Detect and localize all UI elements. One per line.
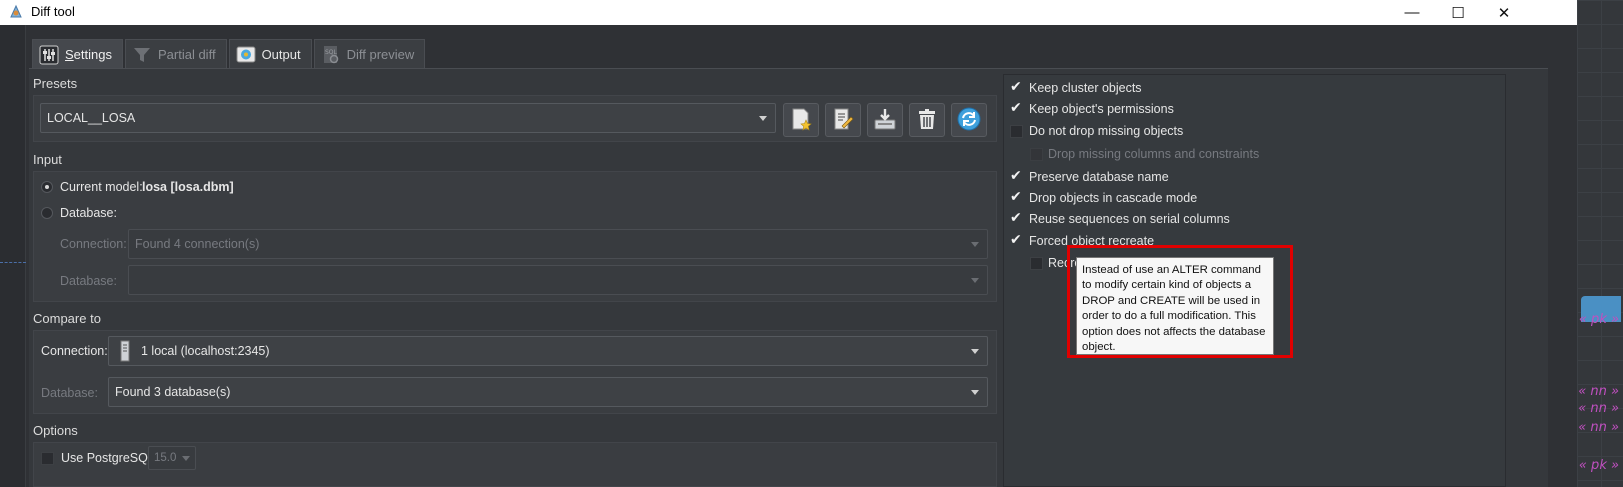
keep-cluster-objects-checkbox[interactable]	[1010, 79, 1023, 95]
maximize-button[interactable]: ☐	[1435, 0, 1481, 25]
minimize-icon: —	[1404, 4, 1420, 21]
compare-connection-select[interactable]: 1 local (localhost:2345)	[108, 336, 988, 366]
tab-diff-preview-label: Diff preview	[346, 47, 415, 62]
funnel-icon	[132, 45, 152, 65]
current-model-label: Current model:	[60, 180, 143, 194]
reload-preset-icon	[956, 106, 982, 135]
postgresql-version-value: 15.0	[154, 452, 177, 464]
chevron-down-icon	[182, 456, 190, 461]
compare-to-section-label: Compare to	[33, 311, 101, 326]
preserve-db-name-checkbox[interactable]	[1010, 168, 1023, 184]
tooltip-line: DROP and CREATE will be used in	[1082, 294, 1261, 307]
options-section-label: Options	[33, 423, 78, 438]
chevron-down-icon	[971, 242, 979, 247]
background-dashed-line	[0, 262, 26, 263]
tab-partial-diff[interactable]: Partial diff	[124, 39, 227, 69]
delete-preset-button[interactable]	[909, 103, 945, 137]
delete-preset-icon	[915, 107, 939, 134]
input-database-label: Database:	[60, 274, 117, 288]
recreate-unchangeable-checkbox[interactable]	[1030, 257, 1043, 270]
compare-database-select[interactable]: Found 3 database(s)	[108, 377, 988, 407]
database-radio[interactable]	[41, 207, 53, 219]
input-section-label: Input	[33, 152, 62, 167]
new-preset-button[interactable]	[783, 103, 819, 137]
reload-preset-button[interactable]	[951, 103, 987, 137]
reuse-sequences-label: Reuse sequences on serial columns	[1029, 212, 1230, 226]
postgresql-version-select[interactable]: 15.0	[148, 446, 196, 470]
minimize-button[interactable]: —	[1389, 0, 1435, 25]
tab-settings-label: Settings	[65, 47, 112, 62]
keep-permissions-label: Keep object's permissions	[1029, 102, 1174, 116]
drop-missing-columns-checkbox[interactable]	[1030, 148, 1043, 161]
background-pk-tag: « pk »	[1578, 312, 1619, 327]
compare-database-value: Found 3 database(s)	[115, 385, 231, 399]
tab-partial-diff-label: Partial diff	[157, 47, 216, 62]
input-database-select[interactable]	[128, 265, 988, 295]
svg-text:SQL: SQL	[325, 49, 338, 56]
tab-settings[interactable]: Settings	[32, 39, 123, 69]
save-preset-button[interactable]	[867, 103, 903, 137]
use-postgresql-checkbox[interactable]	[41, 452, 54, 465]
chevron-down-icon	[759, 116, 767, 121]
presets-selected-value: LOCAL__LOSA	[47, 111, 136, 125]
app-icon	[8, 4, 24, 20]
tooltip-line: order to do a full modification. This	[1082, 310, 1256, 323]
compare-connection-value: 1 local (localhost:2345)	[141, 344, 270, 358]
forced-recreate-checkbox[interactable]	[1010, 232, 1023, 248]
database-radio-label: Database:	[60, 206, 117, 220]
background-nn-tag: « nn »	[1578, 384, 1619, 399]
tab-diff-preview[interactable]: SQL Diff preview	[313, 39, 426, 69]
save-preset-icon	[873, 107, 897, 134]
keep-permissions-checkbox[interactable]	[1010, 100, 1023, 116]
background-nn-tag: « nn »	[1578, 420, 1619, 435]
background-pk-tag: « pk »	[1578, 458, 1619, 473]
close-button[interactable]: ✕	[1481, 0, 1527, 25]
maximize-icon: ☐	[1451, 4, 1465, 22]
background-canvas-right: « pk » « nn » « nn » « nn » « pk »	[1577, 0, 1623, 487]
close-icon: ✕	[1497, 4, 1511, 22]
tooltip-line: option does not affects the database	[1082, 325, 1266, 338]
do-not-drop-missing-checkbox[interactable]	[1010, 125, 1023, 138]
reuse-sequences-checkbox[interactable]	[1010, 210, 1023, 226]
drop-cascade-label: Drop objects in cascade mode	[1029, 191, 1198, 205]
background-nn-tag: « nn »	[1578, 401, 1619, 416]
tab-bar: Settings Partial diff Output SQL Diff pr…	[32, 39, 426, 69]
tab-output-label: Output	[261, 47, 301, 62]
drop-missing-columns-label: Drop missing columns and constraints	[1048, 147, 1260, 161]
title-bar: Diff tool — ☐ ✕	[0, 0, 1577, 25]
compare-connection-label: Connection:	[41, 344, 108, 358]
preserve-db-name-label: Preserve database name	[1029, 170, 1169, 184]
do-not-drop-missing-label: Do not drop missing objects	[1029, 124, 1184, 138]
tooltip-line: Instead of use an ALTER command	[1082, 264, 1261, 276]
window-title: Diff tool	[31, 4, 75, 19]
input-connection-label: Connection:	[60, 237, 127, 251]
edit-preset-button[interactable]	[825, 103, 861, 137]
forced-recreate-tooltip: Instead of use an ALTER command to modif…	[1076, 257, 1274, 355]
tab-output[interactable]: Output	[228, 39, 312, 69]
tooltip-line: object.	[1082, 341, 1116, 354]
drop-cascade-checkbox[interactable]	[1010, 189, 1023, 205]
chevron-down-icon	[971, 390, 979, 395]
input-connection-select[interactable]: Found 4 connection(s)	[128, 229, 988, 259]
chevron-down-icon	[971, 349, 979, 354]
edit-preset-icon	[831, 107, 855, 134]
forced-recreate-label: Forced object recreate	[1029, 234, 1155, 248]
sql-preview-icon: SQL	[321, 45, 341, 65]
settings-sliders-icon	[39, 45, 59, 65]
background-canvas-left	[0, 25, 26, 487]
current-model-radio[interactable]	[41, 181, 53, 193]
compare-database-label: Database:	[41, 386, 98, 400]
input-connection-value: Found 4 connection(s)	[135, 237, 260, 251]
output-icon	[236, 45, 256, 65]
presets-select[interactable]: LOCAL__LOSA	[40, 103, 776, 133]
tooltip-line: to modify certain kind of objects a	[1082, 279, 1252, 292]
use-postgresql-label: Use PostgreSQL:	[61, 451, 159, 465]
server-icon	[119, 340, 131, 362]
keep-cluster-objects-label: Keep cluster objects	[1029, 81, 1142, 95]
presets-section-label: Presets	[33, 76, 78, 91]
new-preset-icon	[789, 107, 813, 134]
chevron-down-icon	[971, 278, 979, 283]
current-model-value: losa [losa.dbm]	[142, 180, 234, 194]
